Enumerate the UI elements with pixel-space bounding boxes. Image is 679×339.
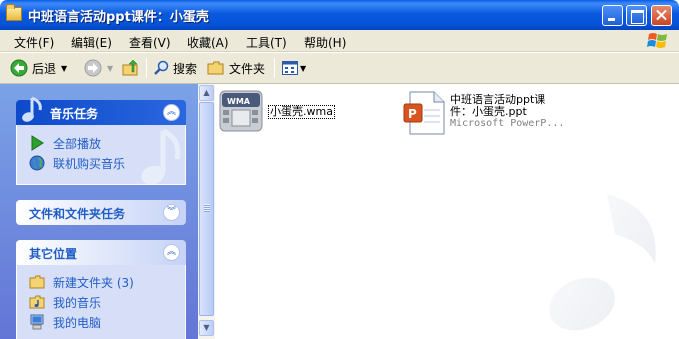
- search-button[interactable]: 搜索: [153, 57, 197, 79]
- file-list-area[interactable]: WMA 小蛋壳.wma P 中班语言活动ppt课 件：小蛋壳.ppt Micro…: [215, 84, 679, 339]
- music-tasks-title: 音乐任务: [50, 107, 99, 121]
- folders-icon: [207, 61, 224, 75]
- music-note-icon: [22, 96, 42, 122]
- scroll-down-button[interactable]: ▼: [199, 320, 214, 336]
- sidebar-scrollbar[interactable]: ▲ ▼: [198, 84, 215, 339]
- ppt-file-name[interactable]: 中班语言活动ppt课 件：小蛋壳.ppt Microsoft PowerP...: [450, 94, 564, 130]
- back-label: 后退: [32, 61, 57, 76]
- close-button[interactable]: [651, 5, 672, 26]
- computer-icon: [30, 314, 44, 330]
- music-note-watermark-icon: [549, 194, 656, 331]
- play-all-label: 全部播放: [53, 136, 102, 151]
- maximize-button[interactable]: [626, 5, 647, 26]
- music-tasks-panel: 音乐任务 ︽ 全部播放 联机购买音乐: [16, 96, 186, 185]
- menu-file[interactable]: 文件(F): [14, 34, 54, 51]
- folder-icon: [29, 275, 45, 289]
- file-folder-tasks-panel: 文件和文件夹任务 ︾: [16, 200, 186, 225]
- dropdown-arrow-icon[interactable]: ▼: [300, 64, 306, 73]
- maximize-icon: [627, 6, 646, 25]
- menu-edit[interactable]: 编辑(E): [71, 34, 112, 51]
- search-label: 搜索: [173, 61, 198, 76]
- my-music-label: 我的音乐: [53, 295, 102, 310]
- buy-music-online-link[interactable]: 联机购买音乐: [17, 153, 185, 173]
- collapse-chevron-icon[interactable]: ︽: [163, 104, 180, 121]
- close-icon: [652, 6, 671, 25]
- file-folder-tasks-header[interactable]: 文件和文件夹任务 ︾: [16, 200, 186, 225]
- powerpoint-file-icon: P: [403, 91, 445, 135]
- menu-tools[interactable]: 工具(T): [246, 34, 287, 51]
- views-button[interactable]: ▼: [282, 57, 306, 79]
- folder-icon: [6, 4, 22, 21]
- other-places-title: 其它位置: [29, 247, 78, 261]
- ppt-file-item[interactable]: P: [402, 90, 448, 136]
- my-computer-link[interactable]: 我的电脑: [17, 312, 185, 332]
- minimize-icon: [603, 6, 622, 25]
- back-arrow-icon: [10, 59, 28, 77]
- folders-button[interactable]: 文件夹: [207, 57, 265, 79]
- other-places-panel: 其它位置 ︽ 新建文件夹 (3) 我的音乐 我的电脑: [16, 240, 186, 339]
- search-icon: [154, 60, 169, 75]
- ppt-file-name-line2: 件：小蛋壳.ppt: [450, 105, 527, 118]
- wma-badge: WMA: [227, 97, 251, 106]
- buy-music-online-label: 联机购买音乐: [53, 156, 126, 171]
- wma-file-name[interactable]: 小蛋壳.wma: [268, 105, 335, 119]
- music-folder-icon: [29, 295, 45, 309]
- my-computer-label: 我的电脑: [53, 315, 102, 330]
- minimize-button[interactable]: [602, 5, 623, 26]
- ppt-file-type: Microsoft PowerP...: [450, 118, 565, 129]
- new-folder-label: 新建文件夹 (3): [53, 275, 134, 290]
- windows-logo-icon: [647, 33, 667, 48]
- play-all-link[interactable]: 全部播放: [17, 133, 185, 153]
- other-places-body: 新建文件夹 (3) 我的音乐 我的电脑: [16, 265, 186, 339]
- globe-icon: [29, 155, 45, 171]
- menu-bar: 文件(F) 编辑(E) 查看(V) 收藏(A) 工具(T) 帮助(H): [0, 30, 679, 52]
- menu-view[interactable]: 查看(V): [129, 34, 171, 51]
- task-pane: 音乐任务 ︽ 全部播放 联机购买音乐 文件和文件夹任务 ︾ 其它位置 ︽ 新建文…: [0, 84, 198, 339]
- other-places-header[interactable]: 其它位置 ︽: [16, 240, 186, 265]
- svg-text:P: P: [408, 107, 417, 121]
- my-music-link[interactable]: 我的音乐: [17, 292, 185, 312]
- play-icon: [31, 135, 44, 151]
- up-folder-button[interactable]: [122, 57, 140, 79]
- views-icon: [282, 61, 298, 75]
- wma-file-item[interactable]: WMA: [218, 90, 266, 136]
- menu-help[interactable]: 帮助(H): [304, 34, 346, 51]
- window-title: 中班语言活动ppt课件：小蛋壳: [28, 10, 209, 25]
- music-tasks-body: 全部播放 联机购买音乐: [16, 125, 186, 185]
- folders-label: 文件夹: [229, 61, 266, 76]
- back-button[interactable]: 后退 ▼: [10, 57, 67, 79]
- scroll-thumb[interactable]: [199, 102, 214, 316]
- music-tasks-header[interactable]: 音乐任务 ︽: [16, 96, 186, 125]
- menu-favorites[interactable]: 收藏(A): [187, 34, 229, 51]
- wma-file-icon: WMA: [219, 90, 263, 132]
- new-folder-link[interactable]: 新建文件夹 (3): [17, 272, 185, 292]
- toolbar: 后退 ▼ ▼ 搜索 文件夹 ▼: [0, 53, 679, 84]
- collapse-chevron-icon[interactable]: ︽: [163, 244, 180, 261]
- file-folder-tasks-title: 文件和文件夹任务: [29, 207, 126, 221]
- expand-chevron-icon[interactable]: ︾: [163, 204, 180, 221]
- up-folder-icon: [122, 59, 138, 76]
- dropdown-arrow-icon[interactable]: ▼: [61, 64, 67, 73]
- dropdown-arrow-icon[interactable]: ▼: [107, 64, 113, 73]
- forward-arrow-icon: [84, 59, 102, 77]
- scroll-up-button[interactable]: ▲: [199, 85, 214, 101]
- title-bar[interactable]: 中班语言活动ppt课件：小蛋壳: [0, 0, 679, 30]
- forward-button[interactable]: ▼: [84, 57, 113, 79]
